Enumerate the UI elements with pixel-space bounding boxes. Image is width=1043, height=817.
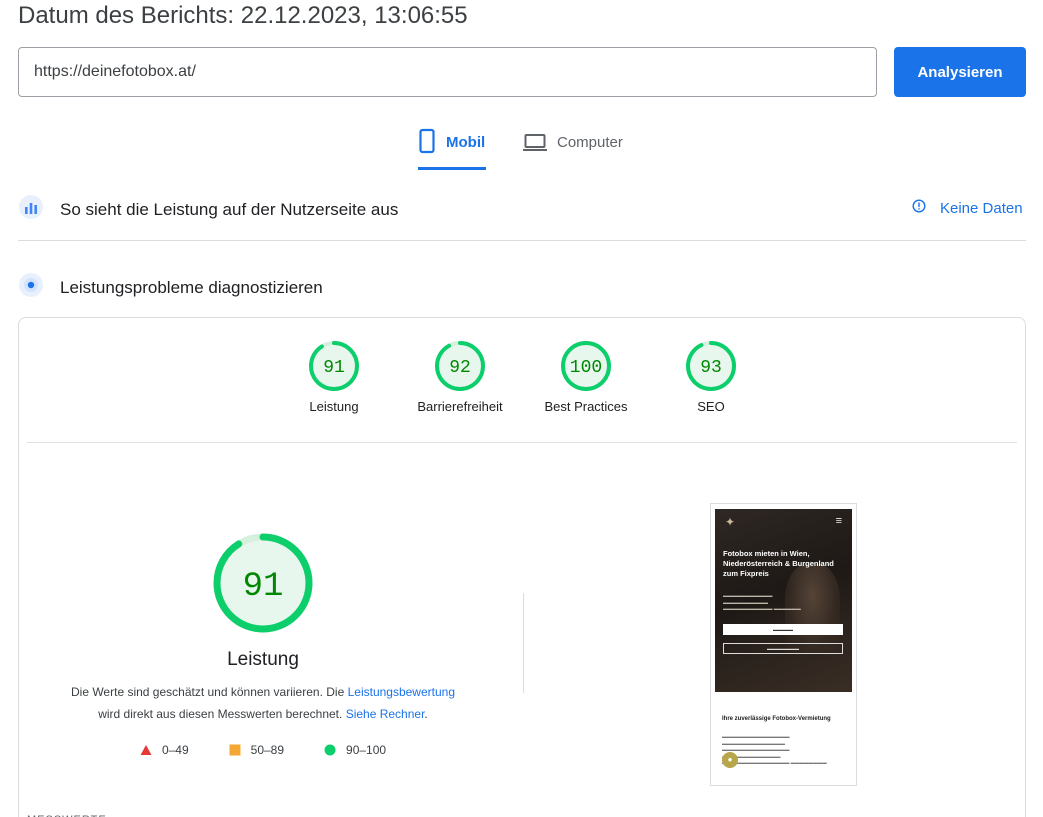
url-input[interactable] bbox=[18, 47, 877, 97]
screenshot-hero: ✦ ≡ Fotobox mieten in Wien, Niederösterr… bbox=[715, 509, 852, 692]
score-gauge-seo[interactable]: 93 SEO bbox=[661, 340, 761, 414]
no-data-label: Keine Daten bbox=[940, 199, 1023, 217]
screenshot-paragraph: ▬▬▬▬▬▬▬▬▬▬▬▬▬▬▬ ▬▬▬▬▬▬▬▬▬▬▬▬▬▬ ▬▬▬▬▬▬▬▬▬… bbox=[722, 734, 827, 765]
smartphone-icon bbox=[418, 128, 436, 158]
tab-mobile-label: Mobil bbox=[446, 134, 486, 151]
main-score-gauge: 91 bbox=[211, 531, 315, 640]
score-gauge-performance[interactable]: 91 Leistung bbox=[284, 340, 384, 414]
field-data-icon bbox=[18, 194, 44, 225]
lab-data-icon bbox=[18, 272, 44, 303]
tab-mobile[interactable]: Mobil bbox=[418, 128, 486, 170]
screenshot-secondary-button: ▬▬▬▬▬▬▬▬ bbox=[723, 643, 843, 654]
section-divider bbox=[18, 240, 1026, 241]
lab-data-section: Leistungsprobleme diagnostizieren bbox=[18, 272, 323, 303]
lab-data-title: Leistungsprobleme diagnostizieren bbox=[60, 277, 323, 297]
card-divider bbox=[27, 442, 1017, 443]
report-date: Datum des Berichts: 22.12.2023, 13:06:55 bbox=[18, 2, 468, 29]
score-description: Die Werte sind geschätzt und können vari… bbox=[70, 685, 456, 721]
screenshot-primary-button: ▬▬▬▬▬ bbox=[723, 624, 843, 635]
field-data-title: So sieht die Leistung auf der Nutzerseit… bbox=[60, 199, 399, 219]
score-value: 91 bbox=[323, 358, 345, 378]
score-value: 92 bbox=[449, 358, 471, 378]
legend-item-pass: 90–100 bbox=[324, 743, 386, 757]
square-icon bbox=[229, 744, 241, 756]
tab-computer-label: Computer bbox=[557, 134, 623, 151]
circle-icon bbox=[324, 744, 336, 756]
field-data-section: So sieht die Leistung auf der Nutzerseit… bbox=[18, 194, 398, 225]
main-score-value: 91 bbox=[243, 568, 284, 606]
hamburger-menu-icon: ≡ bbox=[835, 515, 842, 527]
score-label: Leistung bbox=[309, 399, 359, 414]
tab-computer[interactable]: Computer bbox=[523, 128, 623, 170]
site-logo-icon: ✦ bbox=[725, 515, 736, 529]
score-ring: 92 bbox=[435, 341, 485, 391]
screenshot-body-text: ▬▬▬▬▬▬▬▬▬▬▬ ▬▬▬▬▬▬▬▬▬▬ ▬▬▬▬▬▬▬▬▬▬▬ ▬▬▬▬▬… bbox=[723, 593, 801, 611]
vertical-divider bbox=[523, 593, 524, 693]
score-ring: 93 bbox=[686, 341, 736, 391]
main-score-title: Leistung bbox=[227, 649, 299, 670]
legend-item-average: 50–89 bbox=[229, 743, 284, 757]
score-value: 100 bbox=[570, 358, 602, 378]
score-label: Barrierefreiheit bbox=[417, 399, 503, 414]
laptop-icon bbox=[523, 128, 547, 158]
lab-card: 91 Leistung 92 Barrierefreiheit 100 Best… bbox=[18, 317, 1026, 817]
score-label: SEO bbox=[697, 399, 725, 414]
score-value: 93 bbox=[700, 358, 722, 378]
score-ring: 100 bbox=[561, 341, 611, 391]
score-label: Best Practices bbox=[544, 399, 628, 414]
score-gauge-accessibility[interactable]: 92 Barrierefreiheit bbox=[410, 340, 510, 414]
analyze-button[interactable]: Analysieren bbox=[894, 47, 1026, 97]
chat-bubble-icon: ● bbox=[722, 752, 738, 768]
screenshot-subheading: Ihre zuverlässige Fotobox-Vermietung bbox=[722, 716, 831, 722]
triangle-icon bbox=[140, 745, 152, 755]
screenshot-headline: Fotobox mieten in Wien, Niederösterreich… bbox=[723, 549, 834, 578]
legend-item-fail: 0–49 bbox=[140, 743, 189, 757]
score-ring: 91 bbox=[309, 341, 359, 391]
performance-score-link[interactable]: Leistungsbewertung bbox=[348, 685, 455, 699]
info-icon bbox=[912, 199, 926, 217]
calculator-link[interactable]: Siehe Rechner bbox=[346, 707, 425, 721]
no-data-link[interactable]: Keine Daten bbox=[912, 199, 1023, 217]
page-screenshot-thumbnail: ✦ ≡ Fotobox mieten in Wien, Niederösterr… bbox=[710, 503, 857, 786]
score-gauge-best-practices[interactable]: 100 Best Practices bbox=[536, 340, 636, 414]
score-legend: 0–49 50–89 90–100 bbox=[19, 743, 507, 757]
